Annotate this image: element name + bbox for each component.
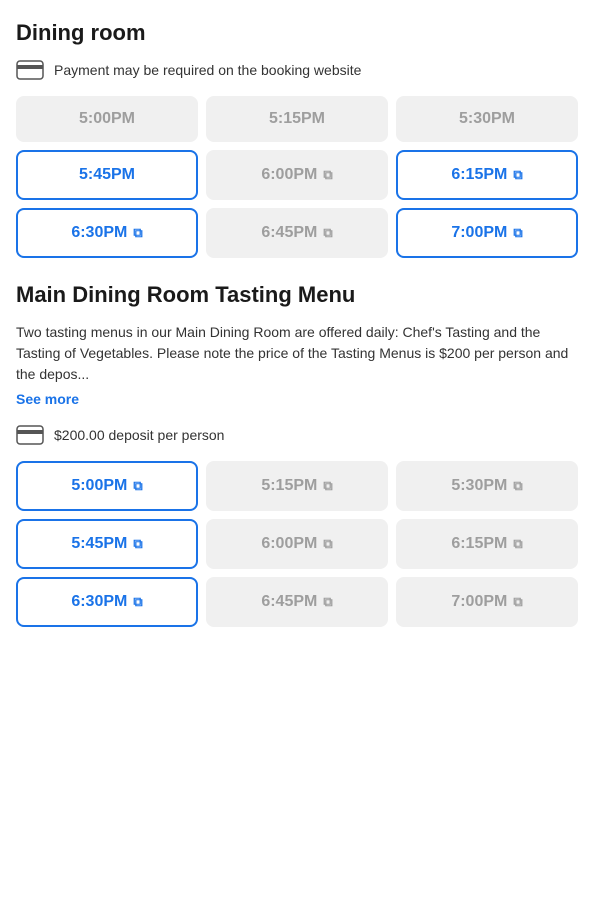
external-link-icon: ⧉: [323, 536, 332, 552]
tasting-time-slot-600pm[interactable]: 6:00PM ⧉: [206, 519, 388, 569]
tasting-menu-section: Main Dining Room Tasting Menu Two tastin…: [16, 282, 578, 627]
payment-notice-text: Payment may be required on the booking w…: [54, 62, 361, 78]
tasting-menu-time-grid: 5:00PM ⧉ 5:15PM ⧉ 5:30PM ⧉ 5:45PM ⧉ 6:00…: [16, 461, 578, 627]
external-link-icon: ⧉: [133, 478, 142, 494]
time-slot-600pm-external[interactable]: 6:00PM ⧉: [206, 150, 388, 200]
tasting-time-slot-700pm[interactable]: 7:00PM ⧉: [396, 577, 578, 627]
external-link-icon: ⧉: [323, 478, 332, 494]
time-slot-500pm-unavailable[interactable]: 5:00PM: [16, 96, 198, 142]
tasting-time-slot-630pm[interactable]: 6:30PM ⧉: [16, 577, 198, 627]
tasting-time-slot-515pm[interactable]: 5:15PM ⧉: [206, 461, 388, 511]
deposit-notice-text: $200.00 deposit per person: [54, 427, 224, 443]
tasting-menu-title: Main Dining Room Tasting Menu: [16, 282, 578, 308]
credit-card-icon: [16, 60, 44, 80]
external-link-icon: ⧉: [133, 225, 142, 241]
external-link-icon: ⧉: [513, 594, 522, 610]
external-link-icon: ⧉: [133, 594, 142, 610]
tasting-time-slot-615pm[interactable]: 6:15PM ⧉: [396, 519, 578, 569]
credit-card-icon-2: [16, 425, 44, 445]
tasting-time-slot-500pm[interactable]: 5:00PM ⧉: [16, 461, 198, 511]
time-slot-630pm-external[interactable]: 6:30PM ⧉: [16, 208, 198, 258]
dining-room-time-grid: 5:00PM 5:15PM 5:30PM 5:45PM 6:00PM ⧉ 6:1…: [16, 96, 578, 258]
time-slot-645pm-external[interactable]: 6:45PM ⧉: [206, 208, 388, 258]
time-slot-615pm-external[interactable]: 6:15PM ⧉: [396, 150, 578, 200]
time-slot-530pm-unavailable[interactable]: 5:30PM: [396, 96, 578, 142]
dining-room-title: Dining room: [16, 20, 578, 46]
time-slot-515pm-unavailable[interactable]: 5:15PM: [206, 96, 388, 142]
external-link-icon: ⧉: [323, 594, 332, 610]
time-slot-700pm-external[interactable]: 7:00PM ⧉: [396, 208, 578, 258]
external-link-icon: ⧉: [513, 536, 522, 552]
see-more-link[interactable]: See more: [16, 391, 79, 407]
tasting-time-slot-645pm[interactable]: 6:45PM ⧉: [206, 577, 388, 627]
tasting-time-slot-545pm[interactable]: 5:45PM ⧉: [16, 519, 198, 569]
dining-room-section: Dining room Payment may be required on t…: [16, 20, 578, 258]
deposit-notice: $200.00 deposit per person: [16, 425, 578, 445]
external-link-icon: ⧉: [133, 536, 142, 552]
external-link-icon: ⧉: [513, 478, 522, 494]
time-slot-545pm-selected[interactable]: 5:45PM: [16, 150, 198, 200]
external-link-icon: ⧉: [513, 225, 522, 241]
payment-notice: Payment may be required on the booking w…: [16, 60, 578, 80]
tasting-menu-description: Two tasting menus in our Main Dining Roo…: [16, 322, 578, 385]
external-link-icon: ⧉: [323, 225, 332, 241]
external-link-icon: ⧉: [323, 167, 332, 183]
tasting-time-slot-530pm[interactable]: 5:30PM ⧉: [396, 461, 578, 511]
external-link-icon: ⧉: [513, 167, 522, 183]
